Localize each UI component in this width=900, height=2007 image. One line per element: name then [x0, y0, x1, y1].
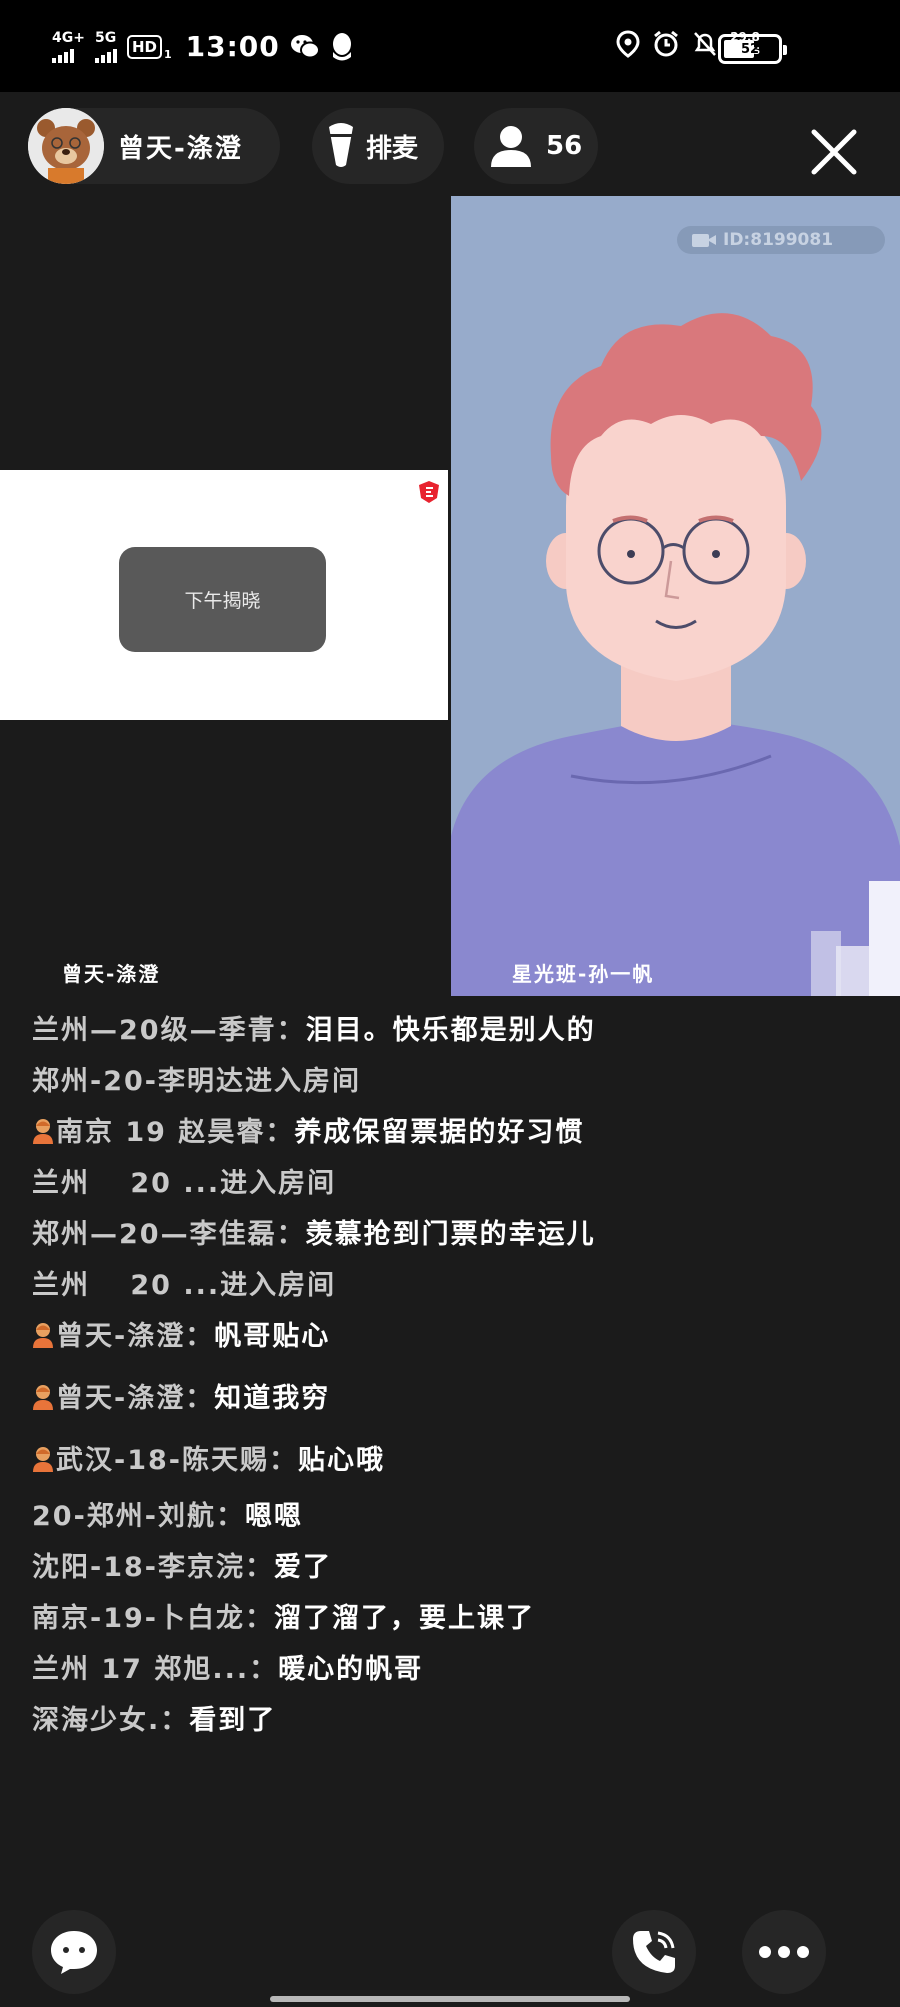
- host-info[interactable]: 曾天-涤澄: [28, 108, 280, 184]
- chat-system-message: 兰州 20 ...进入房间: [32, 1168, 337, 1199]
- guest-video-label: 星光班-孙一帆: [512, 962, 655, 986]
- msi-logo-icon: [419, 481, 439, 503]
- chat-message: 武汉-18-陈天赐：贴心哦: [32, 1440, 652, 1482]
- chat-text: 嗯嗯: [245, 1501, 303, 1532]
- clock: 13:00: [185, 30, 280, 63]
- chat-message: 郑州—20—李佳磊：羡慕抢到门票的幸运儿: [32, 1214, 652, 1256]
- chat-sender: 南京-19-卜白龙：: [32, 1603, 274, 1634]
- chat-text: 看到了: [189, 1705, 277, 1736]
- queue-label: 排麦: [366, 133, 419, 164]
- chat-text: 爱了: [274, 1552, 332, 1583]
- chat-sender: 沈阳-18-李京浣：: [32, 1552, 274, 1583]
- chat-message: 20-郑州-刘航：嗯嗯: [32, 1496, 652, 1538]
- qq-icon: [332, 32, 351, 60]
- chat-sender: 武汉-18-陈天赐：: [56, 1445, 298, 1476]
- queue-button[interactable]: 排麦: [312, 108, 444, 184]
- signal-bars-icon: [94, 47, 117, 63]
- chat-bubble-icon: [51, 1931, 97, 1974]
- chat-text: 帆哥贴心: [214, 1321, 331, 1352]
- signal-bars-icon: [52, 47, 74, 63]
- host-video-label: 曾天-涤澄: [62, 962, 161, 986]
- chat-message: 兰州 17 郑旭...：暖心的帆哥: [32, 1649, 652, 1691]
- close-icon[interactable]: [806, 124, 862, 180]
- chat-list: 兰州—20级—季青：泪目。快乐都是别人的 郑州-20-李明达进入房间 南京 19…: [32, 1010, 652, 1751]
- location-icon: [616, 30, 640, 58]
- chat-sender: 曾天-涤澄：: [56, 1321, 215, 1352]
- network-type-label: 5G: [94, 29, 117, 46]
- chat-message: 曾天-涤澄：帆哥贴心: [32, 1316, 652, 1358]
- signal-4g: 4G+: [52, 31, 85, 63]
- person-illustration: [451, 313, 900, 996]
- status-left: 4G+ 5G HD 1 13:00: [52, 30, 354, 63]
- host-video-pane: 下午揭晓: [0, 196, 450, 996]
- chat-message: 南京 19 赵昊睿：养成保留票据的好习惯: [32, 1112, 652, 1154]
- more-dots-icon: [759, 1946, 809, 1958]
- user-badge-icon: [33, 1323, 53, 1348]
- person-icon: [491, 126, 531, 167]
- host-name: 曾天-涤澄: [118, 133, 243, 164]
- battery-level: 52: [740, 41, 760, 57]
- microphone-icon: [329, 123, 353, 167]
- phone-icon: [633, 1931, 675, 1973]
- chat-message: 深海少女.：看到了: [32, 1700, 652, 1742]
- more-button[interactable]: [742, 1910, 826, 1994]
- viewer-count-value: 56: [546, 131, 583, 161]
- chat-text: 泪目。快乐都是别人的: [305, 1015, 596, 1046]
- viewer-count[interactable]: 56: [474, 108, 598, 184]
- sim-index: 1: [163, 48, 172, 61]
- chat-sender: 郑州—20—李佳磊：: [32, 1219, 306, 1250]
- user-badge-icon: [33, 1447, 53, 1472]
- screen-share: 下午揭晓: [0, 470, 448, 720]
- chat-text: 养成保留票据的好习惯: [294, 1117, 585, 1148]
- chat-system-message: 郑州-20-李明达进入房间: [32, 1066, 361, 1097]
- chat-button[interactable]: [32, 1910, 116, 1994]
- alarm-icon: [654, 30, 678, 57]
- user-badge-icon: [33, 1385, 53, 1410]
- chat-sender: 曾天-涤澄：: [56, 1383, 215, 1414]
- chat-sender: 20-郑州-刘航：: [32, 1501, 245, 1532]
- wechat-icon: [290, 34, 320, 58]
- chat-message: 兰州—20级—季青：泪目。快乐都是别人的: [32, 1010, 652, 1052]
- screen-share-button[interactable]: 下午揭晓: [119, 547, 326, 652]
- chat-sender: 兰州—20级—季青：: [32, 1015, 306, 1046]
- chat-text: 贴心哦: [298, 1445, 385, 1476]
- chat-sender: 深海少女.：: [32, 1705, 190, 1736]
- mute-bell-icon: [694, 32, 716, 56]
- guest-video-pane: ID:8199081: [451, 196, 900, 996]
- chat-text: 羡慕抢到门票的幸运儿: [305, 1219, 596, 1250]
- battery-icon: 52: [718, 34, 787, 64]
- bear-avatar[interactable]: [28, 108, 104, 184]
- chat-sender: 南京 19 赵昊睿：: [56, 1117, 295, 1148]
- user-badge-icon: [33, 1119, 53, 1144]
- chat-text: 知道我穷: [214, 1383, 331, 1414]
- chat-message: 曾天-涤澄：知道我穷: [32, 1378, 652, 1420]
- home-indicator[interactable]: [270, 1996, 630, 2002]
- hd-icon: HD: [126, 34, 162, 59]
- chat-message: 沈阳-18-李京浣：爱了: [32, 1547, 652, 1589]
- call-button[interactable]: [612, 1910, 696, 1994]
- chat-text: 溜了溜了，要上课了: [274, 1603, 535, 1634]
- chat-sender: 兰州 17 郑旭...：: [32, 1654, 279, 1685]
- signal-5g: 5G: [94, 29, 117, 63]
- network-type-label: 4G+: [52, 29, 85, 46]
- chat-message: 南京-19-卜白龙：溜了溜了，要上课了: [32, 1598, 652, 1640]
- chat-text: 暖心的帆哥: [278, 1654, 424, 1685]
- chat-system-message: 兰州 20 ...进入房间: [32, 1270, 337, 1301]
- status-bar: 4G+ 5G HD 1 13:00 29.8 KB/s 52: [0, 0, 900, 92]
